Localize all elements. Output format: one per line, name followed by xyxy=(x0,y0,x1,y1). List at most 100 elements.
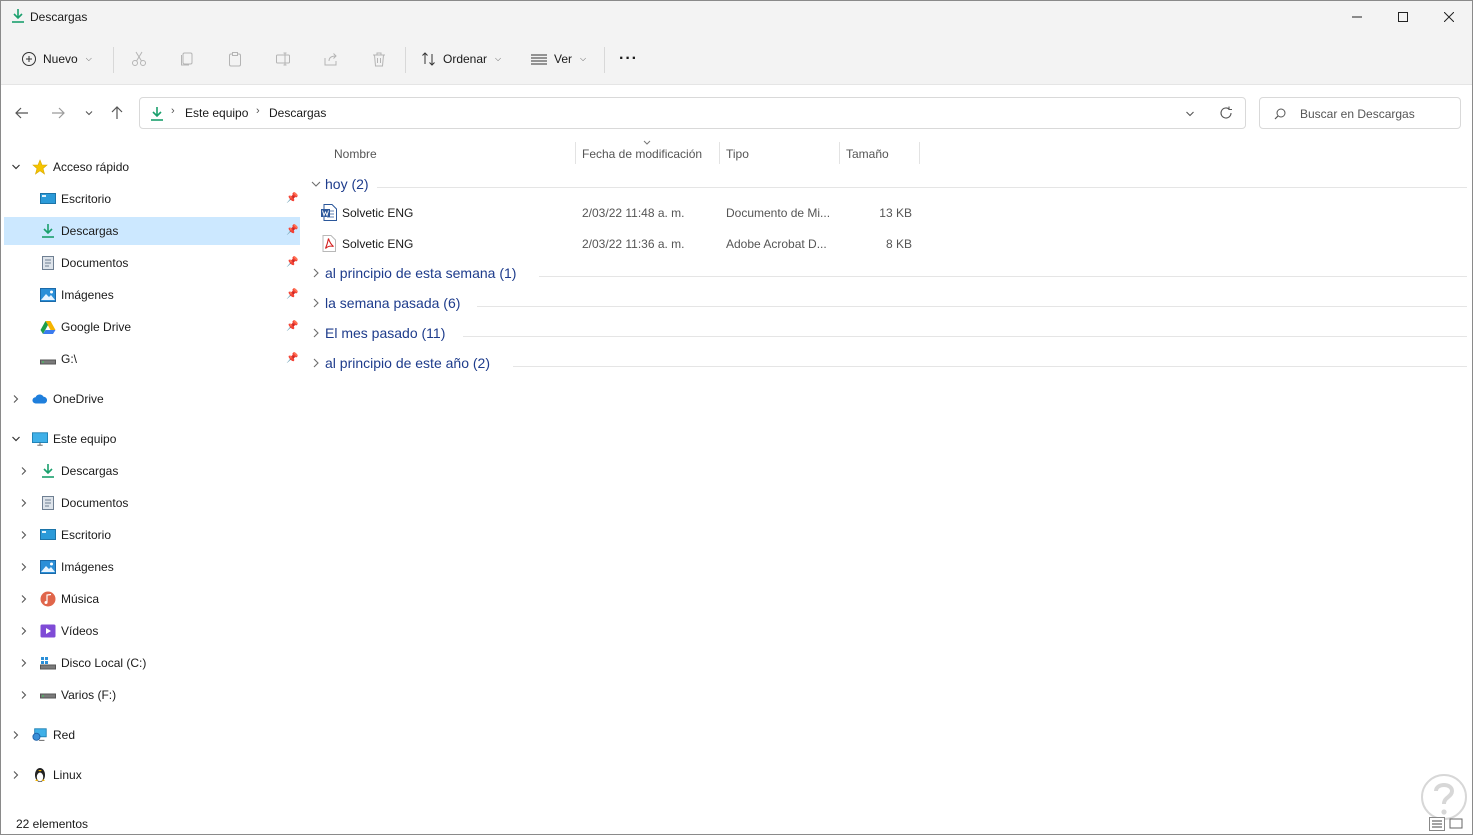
sidebar-item-documentos[interactable]: Documentos 📌 xyxy=(4,249,300,277)
cut-button[interactable] xyxy=(129,49,149,69)
new-button-label: Nuevo xyxy=(43,52,78,66)
chevron-right-icon[interactable] xyxy=(311,328,321,338)
address-bar[interactable]: › Este equipo › Descargas xyxy=(139,97,1246,129)
file-row[interactable]: Solvetic ENG 2/03/22 11:36 a. m. Adobe A… xyxy=(313,230,923,258)
refresh-icon[interactable] xyxy=(1219,106,1233,120)
pictures-icon xyxy=(40,287,56,303)
column-header-name[interactable]: Nombre xyxy=(334,147,377,161)
column-header-type[interactable]: Tipo xyxy=(726,147,749,161)
group-header-early-this-year[interactable]: al principio de este año (2) xyxy=(309,355,1467,377)
chevron-down-icon[interactable] xyxy=(10,433,22,445)
sidebar-item-onedrive[interactable]: OneDrive xyxy=(4,385,300,413)
rename-icon xyxy=(276,52,290,66)
details-view-button[interactable] xyxy=(1429,817,1445,831)
chevron-right-icon[interactable] xyxy=(18,497,30,509)
sidebar-item-pc-escritorio[interactable]: Escritorio xyxy=(4,521,300,549)
sidebar-item-descargas[interactable]: Descargas 📌 xyxy=(4,217,300,245)
group-header-today[interactable]: hoy (2) xyxy=(309,176,1467,198)
sidebar-item-pc-documentos[interactable]: Documentos xyxy=(4,489,300,517)
sort-button[interactable]: Ordenar ⌵ xyxy=(421,45,501,73)
rename-button[interactable] xyxy=(273,49,293,69)
sidebar-item-pc-descargas[interactable]: Descargas xyxy=(4,457,300,485)
back-button[interactable] xyxy=(12,103,32,123)
arrow-left-icon xyxy=(15,107,28,119)
view-button[interactable]: Ver ⌵ xyxy=(530,45,586,73)
group-header-last-week[interactable]: la semana pasada (6) xyxy=(309,295,1467,317)
chevron-right-icon[interactable] xyxy=(18,529,30,541)
status-item-count: 22 elementos xyxy=(16,817,89,831)
sort-indicator-icon xyxy=(643,140,651,145)
sidebar-item-google-drive[interactable]: Google Drive 📌 xyxy=(4,313,300,341)
chevron-right-icon[interactable] xyxy=(18,465,30,477)
file-row[interactable]: Solvetic ENG 2/03/22 11:48 a. m. Documen… xyxy=(313,199,923,227)
drive-icon xyxy=(40,687,56,703)
recent-locations-button[interactable] xyxy=(79,103,99,123)
copy-button[interactable] xyxy=(177,49,197,69)
sidebar-item-este-equipo[interactable]: Este equipo xyxy=(4,425,300,453)
sidebar-item-acceso-rapido[interactable]: Acceso rápido xyxy=(4,153,300,181)
chevron-down-icon[interactable] xyxy=(10,161,22,173)
sidebar-item-label: Documentos xyxy=(61,256,129,270)
chevron-right-icon[interactable] xyxy=(18,593,30,605)
maximize-button[interactable] xyxy=(1380,1,1426,33)
sidebar-item-pc-imagenes[interactable]: Imágenes xyxy=(4,553,300,581)
column-divider[interactable] xyxy=(575,142,576,164)
more-options-button[interactable]: ··· xyxy=(619,45,638,73)
sidebar-item-linux[interactable]: Linux xyxy=(4,761,300,789)
breadcrumb-descargas[interactable]: Descargas xyxy=(269,106,326,120)
sidebar-item-red[interactable]: Red xyxy=(4,721,300,749)
sidebar-item-pc-disco-local-c[interactable]: Disco Local (C:) xyxy=(4,649,300,677)
chevron-right-icon[interactable] xyxy=(10,729,22,741)
sidebar-item-label: Vídeos xyxy=(61,624,99,638)
chevron-down-icon[interactable] xyxy=(311,179,321,189)
group-label: al principio de esta semana (1) xyxy=(325,265,517,281)
group-header-early-this-week[interactable]: al principio de esta semana (1) xyxy=(309,265,1467,287)
sidebar-item-escritorio[interactable]: Escritorio 📌 xyxy=(4,185,300,213)
new-button[interactable]: Nuevo ⌵ xyxy=(21,45,92,73)
chevron-right-icon[interactable] xyxy=(18,625,30,637)
address-history-chevron-icon[interactable] xyxy=(1185,109,1195,119)
sidebar-item-pc-musica[interactable]: Música xyxy=(4,585,300,613)
paste-icon xyxy=(229,52,241,67)
breadcrumb-este-equipo[interactable]: Este equipo xyxy=(185,106,248,120)
drive-icon xyxy=(40,351,56,367)
pin-icon: 📌 xyxy=(286,193,299,204)
search-input[interactable]: Buscar en Descargas xyxy=(1259,97,1461,129)
chevron-right-icon[interactable] xyxy=(311,298,321,308)
large-icons-view-button[interactable] xyxy=(1448,817,1464,831)
column-divider[interactable] xyxy=(919,142,920,164)
toolbar-divider xyxy=(113,47,114,73)
column-divider[interactable] xyxy=(839,142,840,164)
chevron-right-icon[interactable] xyxy=(18,561,30,573)
pictures-icon xyxy=(40,559,56,575)
chevron-right-icon[interactable] xyxy=(10,769,22,781)
sidebar-item-label: Acceso rápido xyxy=(53,160,130,174)
share-button[interactable] xyxy=(321,49,341,69)
forward-button[interactable] xyxy=(48,103,68,123)
group-divider xyxy=(513,366,1467,367)
sidebar-item-pc-videos[interactable]: Vídeos xyxy=(4,617,300,645)
computer-icon xyxy=(32,431,48,447)
file-type: Documento de Mi... xyxy=(726,206,831,220)
minimize-button[interactable] xyxy=(1334,1,1380,33)
view-button-label: Ver xyxy=(554,52,573,66)
chevron-right-icon[interactable] xyxy=(18,689,30,701)
up-button[interactable] xyxy=(107,103,127,123)
chevron-right-icon[interactable] xyxy=(10,393,22,405)
group-header-last-month[interactable]: El mes pasado (11) xyxy=(309,325,1467,347)
file-explorer-window: Descargas Nuevo ⌵ Ordenar ⌵ Ver ⌵ ··· › … xyxy=(0,0,1473,835)
chevron-right-icon[interactable] xyxy=(311,268,321,278)
delete-button[interactable] xyxy=(369,49,389,69)
sidebar-item-imagenes[interactable]: Imágenes 📌 xyxy=(4,281,300,309)
paste-button[interactable] xyxy=(225,49,245,69)
word-icon xyxy=(321,204,337,221)
chevron-right-icon[interactable] xyxy=(18,657,30,669)
sidebar-item-g-drive[interactable]: G:\ 📌 xyxy=(4,345,300,373)
pin-icon: 📌 xyxy=(286,353,299,364)
chevron-right-icon[interactable] xyxy=(311,358,321,368)
column-divider[interactable] xyxy=(719,142,720,164)
sidebar-item-pc-varios-f[interactable]: Varios (F:) xyxy=(4,681,300,709)
close-button[interactable] xyxy=(1426,1,1472,33)
column-header-modified[interactable]: Fecha de modificación xyxy=(582,147,702,161)
column-header-size[interactable]: Tamaño xyxy=(846,147,889,161)
